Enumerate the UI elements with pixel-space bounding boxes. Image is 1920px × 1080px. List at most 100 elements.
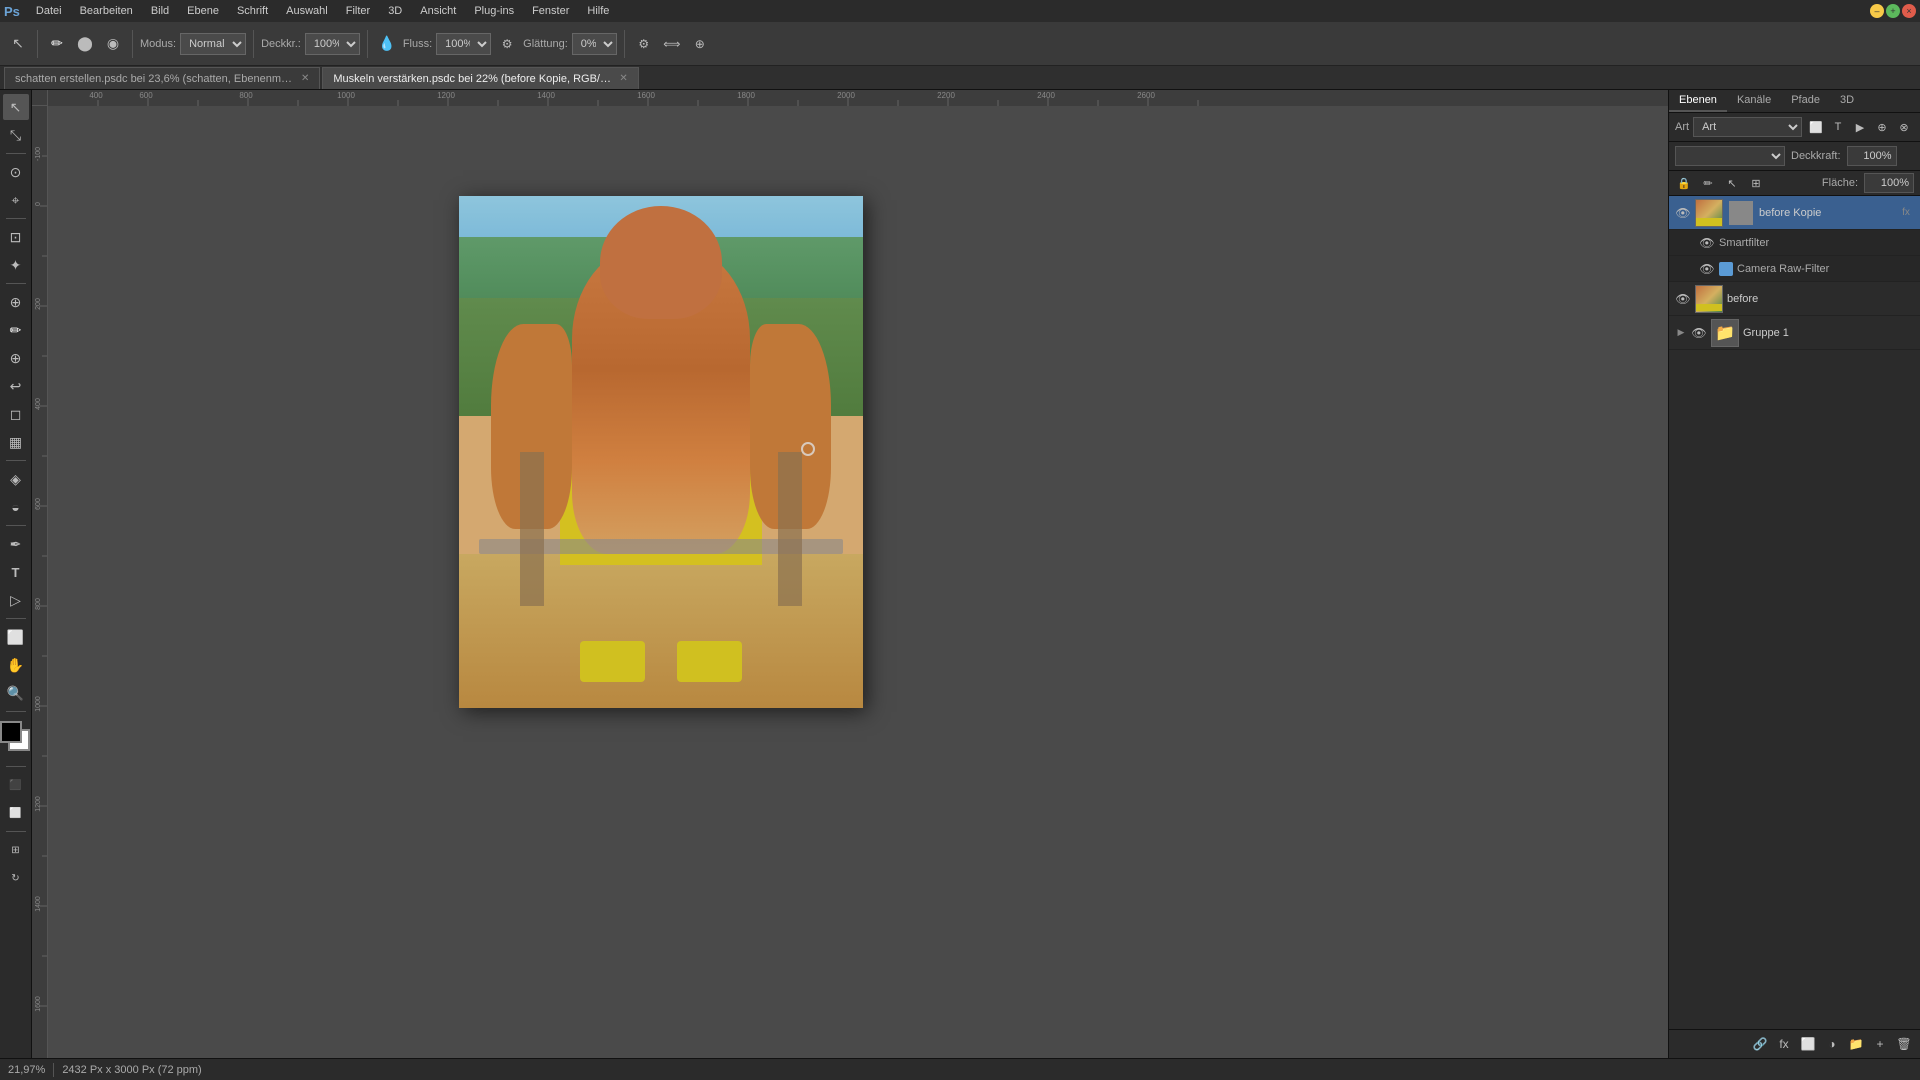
layer-vis-camera-raw[interactable]: 👁 — [1699, 261, 1715, 277]
delete-layer-icon[interactable]: 🗑 — [1894, 1034, 1914, 1054]
art-icon-1[interactable]: ⬜ — [1806, 117, 1826, 137]
deckkraft-select[interactable]: 100% — [305, 33, 360, 55]
add-mask-icon[interactable]: ⬜ — [1798, 1034, 1818, 1054]
quick-select-tool[interactable]: ⌖ — [3, 187, 29, 213]
screen-mode-tool[interactable]: ⬜ — [3, 800, 29, 826]
fluss-select[interactable]: 100% — [436, 33, 491, 55]
menu-3d[interactable]: 3D — [380, 3, 410, 19]
menu-ansicht[interactable]: Ansicht — [412, 3, 464, 19]
tab-1[interactable]: Muskeln verstärken.psdc bei 22% (before … — [322, 67, 638, 89]
modus-select[interactable]: Normal — [180, 33, 246, 55]
path-select-tool[interactable]: ▷ — [3, 587, 29, 613]
brush-hardness[interactable]: ◉ — [101, 32, 125, 56]
panel-tab-pfade[interactable]: Pfade — [1781, 90, 1830, 112]
eraser-tool[interactable]: ◻ — [3, 401, 29, 427]
panel-tab-3d[interactable]: 3D — [1830, 90, 1864, 112]
gradient-tool[interactable]: ▦ — [3, 429, 29, 455]
blend-opacity-row: Normal Deckkraft: — [1669, 142, 1920, 171]
link-layers-icon[interactable]: 🔗 — [1750, 1034, 1770, 1054]
panel-tab-kanaele[interactable]: Kanäle — [1727, 90, 1781, 112]
lock-all-icon[interactable]: 🔒 — [1675, 174, 1693, 192]
brush-preset[interactable]: ⬤ — [73, 32, 97, 56]
layer-item-before[interactable]: 👁 before — [1669, 282, 1920, 316]
rotate-view-tool[interactable]: ↻ — [3, 865, 29, 891]
layer-vis-gruppe1[interactable]: 👁 — [1691, 325, 1707, 341]
angle-icon[interactable]: ⚙ — [632, 32, 656, 56]
layer-arrow-gruppe1[interactable]: ▶ — [1675, 327, 1687, 339]
menu-datei[interactable]: Datei — [28, 3, 70, 19]
glattung-select[interactable]: 0% — [572, 33, 617, 55]
close-button[interactable]: × — [1902, 4, 1916, 18]
zoom-tool[interactable]: 🔍 — [3, 680, 29, 706]
dimensions-status: 2432 Px x 3000 Px (72 ppm) — [62, 1064, 201, 1076]
canvas-document[interactable] — [48, 106, 1668, 1058]
menu-auswahl[interactable]: Auswahl — [278, 3, 336, 19]
lasso-tool[interactable]: ⊙ — [3, 159, 29, 185]
foreground-color-swatch[interactable] — [0, 721, 22, 743]
smoothing-icon[interactable]: ⚙ — [495, 32, 519, 56]
menu-hilfe[interactable]: Hilfe — [579, 3, 617, 19]
menu-schrift[interactable]: Schrift — [229, 3, 276, 19]
art-icons: ⬜ T ▶ ⊕ ⊗ — [1806, 117, 1914, 137]
document-canvas[interactable] — [459, 196, 863, 708]
menu-filter[interactable]: Filter — [338, 3, 378, 19]
airbrush-icon[interactable]: 💧 — [375, 32, 399, 56]
artboard-tool[interactable]: ⊞ — [3, 837, 29, 863]
art-icon-3[interactable]: ▶ — [1850, 117, 1870, 137]
maximize-button[interactable]: + — [1886, 4, 1900, 18]
layer-item-gruppe1[interactable]: ▶ 👁 📁 Gruppe 1 — [1669, 316, 1920, 350]
pen-tool[interactable]: ✒ — [3, 531, 29, 557]
dodge-tool[interactable]: ◒ — [3, 494, 29, 520]
tab-0[interactable]: schatten erstellen.psdc bei 23,6% (schat… — [4, 67, 320, 89]
layer-item-camera-raw[interactable]: 👁 Camera Raw-Filter — [1669, 256, 1920, 282]
tab-1-close[interactable]: ✕ — [619, 73, 627, 84]
lock-draw-icon[interactable]: ✏ — [1699, 174, 1717, 192]
fill-input[interactable] — [1864, 173, 1914, 193]
lock-artboard-icon[interactable]: ⊞ — [1747, 174, 1765, 192]
panel-tab-ebenen[interactable]: Ebenen — [1669, 90, 1727, 112]
quick-mask-tool[interactable]: ⬛ — [3, 772, 29, 798]
symmetry-icon[interactable]: ⟺ — [660, 32, 684, 56]
brush-tool[interactable]: ✏ — [45, 32, 69, 56]
clone-tool[interactable]: ⊕ — [3, 345, 29, 371]
menu-bearbeiten[interactable]: Bearbeiten — [72, 3, 141, 19]
layer-thumb-gruppe1: 📁 — [1711, 319, 1739, 347]
move-tool[interactable]: ↖ — [6, 32, 30, 56]
add-style-icon[interactable]: fx — [1774, 1034, 1794, 1054]
extra-icon[interactable]: ⊕ — [688, 32, 712, 56]
opacity-input[interactable] — [1847, 146, 1897, 166]
lock-move-icon[interactable]: ↖ — [1723, 174, 1741, 192]
layer-item-smartfilter[interactable]: 👁 Smartfilter — [1669, 230, 1920, 256]
blend-mode-select[interactable]: Normal — [1675, 146, 1785, 166]
menu-fenster[interactable]: Fenster — [524, 3, 577, 19]
eyedropper-tool[interactable]: ✦ — [3, 252, 29, 278]
menu-plugins[interactable]: Plug-ins — [466, 3, 522, 19]
new-layer-icon[interactable]: + — [1870, 1034, 1890, 1054]
crop-tool[interactable]: ⊡ — [3, 224, 29, 250]
layer-fx-before-kopie[interactable]: fx — [1898, 205, 1914, 221]
layer-vis-smartfilter[interactable]: 👁 — [1699, 235, 1715, 251]
selection-tool[interactable]: ↖ — [3, 94, 29, 120]
art-icon-2[interactable]: T — [1828, 117, 1848, 137]
ruler-v-svg: -100 0 200 400 600 800 1000 1200 1400 16… — [32, 106, 48, 1058]
type-tool[interactable]: T — [3, 559, 29, 585]
layer-item-before-kopie[interactable]: 👁 before Kopie fx — [1669, 196, 1920, 230]
menu-bild[interactable]: Bild — [143, 3, 177, 19]
art-select[interactable]: Art — [1693, 117, 1802, 137]
new-adjustment-icon[interactable]: ◑ — [1822, 1034, 1842, 1054]
history-brush-tool[interactable]: ↩ — [3, 373, 29, 399]
art-icon-5[interactable]: ⊗ — [1894, 117, 1914, 137]
minimize-button[interactable]: – — [1870, 4, 1884, 18]
layer-vis-before-kopie[interactable]: 👁 — [1675, 205, 1691, 221]
direct-selection-tool[interactable]: ⤡ — [3, 122, 29, 148]
tab-0-close[interactable]: ✕ — [301, 73, 309, 84]
layer-vis-before[interactable]: 👁 — [1675, 291, 1691, 307]
menu-ebene[interactable]: Ebene — [179, 3, 227, 19]
shape-tool[interactable]: ⬜ — [3, 624, 29, 650]
hand-tool[interactable]: ✋ — [3, 652, 29, 678]
brush-tool-left[interactable]: ✏ — [3, 317, 29, 343]
new-group-icon[interactable]: 📁 — [1846, 1034, 1866, 1054]
art-icon-4[interactable]: ⊕ — [1872, 117, 1892, 137]
blur-tool[interactable]: ◈ — [3, 466, 29, 492]
healing-tool[interactable]: ⊕ — [3, 289, 29, 315]
